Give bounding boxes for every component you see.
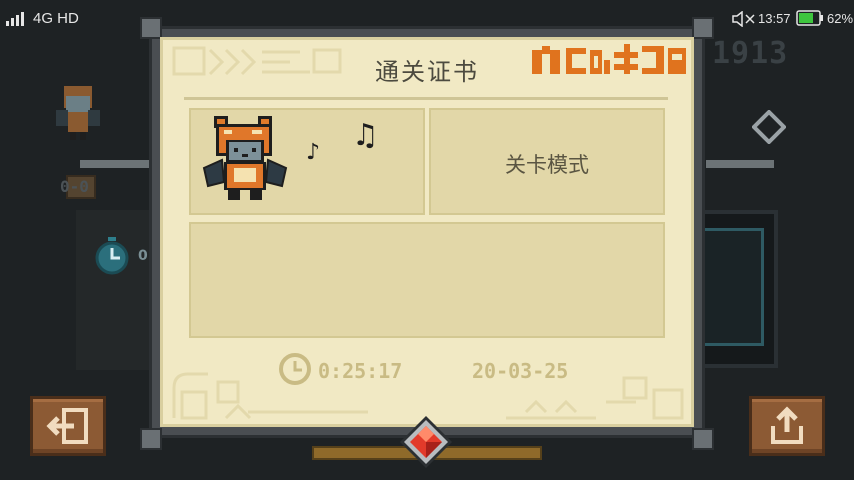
- mute-icon: [732, 11, 755, 27]
- exit-icon: [46, 408, 88, 444]
- frame-corner: [692, 17, 714, 39]
- network-label: 4G HD: [33, 10, 79, 27]
- title-divider: [184, 97, 668, 100]
- frame-corner: [140, 428, 162, 450]
- battery-icon: [796, 10, 823, 26]
- stopwatch-icon: [95, 237, 129, 275]
- ornament-pattern: [506, 376, 684, 420]
- game-mode-label: 关卡模式: [505, 153, 589, 177]
- background-score: 0-0: [60, 177, 89, 196]
- frame-corner: [692, 428, 714, 450]
- share-button[interactable]: [749, 396, 825, 456]
- background-ledge-left: [80, 160, 150, 168]
- diamond-icon: [752, 110, 786, 144]
- signal-icon: [6, 12, 24, 26]
- exit-button[interactable]: [30, 396, 106, 456]
- background-timer-value: 0: [138, 248, 148, 264]
- background-character-sprite: [56, 86, 100, 140]
- background-ledge-right: [706, 160, 774, 168]
- clock: 13:57: [758, 11, 791, 26]
- frame-corner: [140, 17, 162, 39]
- ornament-pattern: [172, 372, 368, 420]
- detail-cell: [189, 222, 665, 338]
- share-icon: [771, 406, 803, 444]
- certificate-title: 通关证书: [375, 58, 479, 86]
- hero-character-sprite: [202, 116, 288, 200]
- game-logo: [532, 44, 686, 74]
- red-gem-icon: [400, 416, 452, 468]
- music-notes-icon: ♫: [352, 118, 379, 153]
- battery-percentage: 62%: [827, 11, 854, 26]
- music-note-icon: ♪: [306, 140, 321, 165]
- background-portal: [700, 228, 764, 346]
